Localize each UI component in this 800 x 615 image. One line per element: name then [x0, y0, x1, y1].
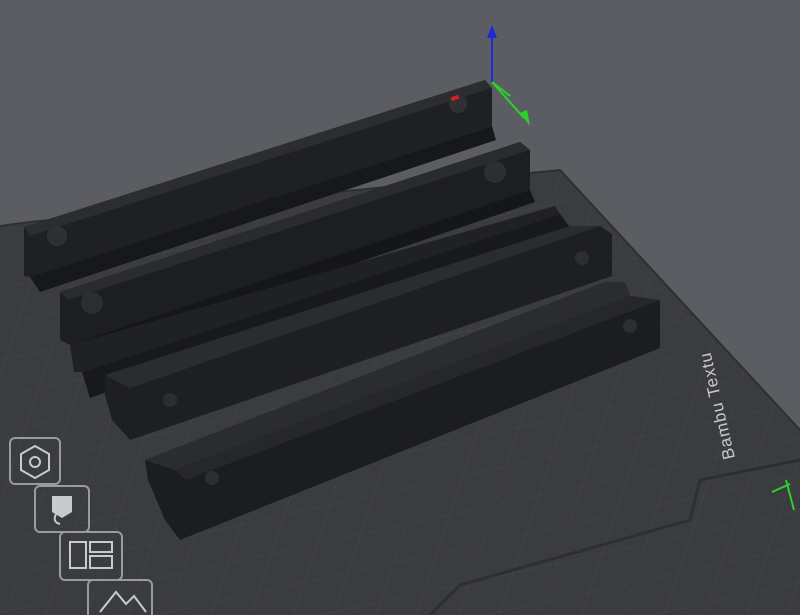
z-arrow-icon: [487, 25, 497, 38]
y-axis: [491, 81, 525, 119]
screw-hole: [81, 292, 103, 314]
axis-gizmo: [487, 25, 530, 126]
screw-hole: [575, 251, 589, 265]
screw-hole: [47, 226, 67, 246]
x-axis: [491, 81, 511, 97]
screw-hole: [623, 319, 637, 333]
screw-hole: [163, 393, 177, 407]
screw-hole: [484, 161, 506, 183]
y-arrow-icon: [520, 110, 530, 126]
3d-viewport[interactable]: Bambu Textu: [0, 0, 800, 615]
screw-hole: [205, 471, 219, 485]
